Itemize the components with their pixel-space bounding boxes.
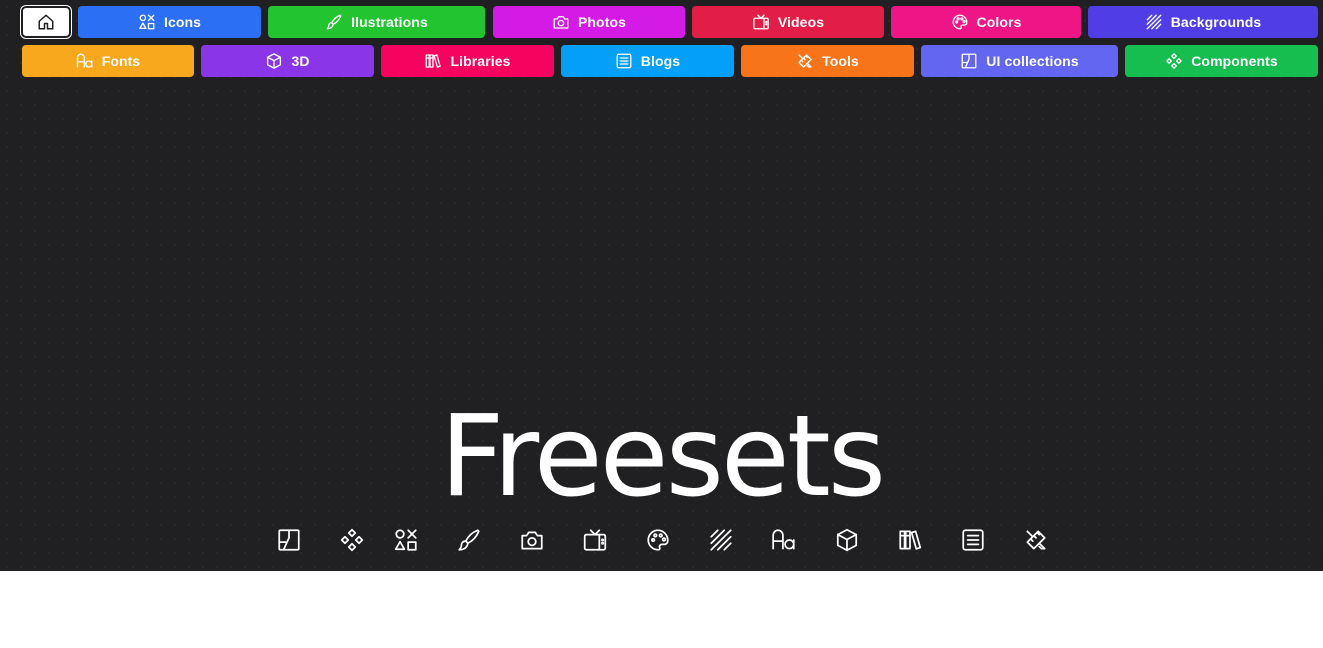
nav-fonts[interactable]: Fonts [22,45,194,77]
home-button[interactable] [20,5,72,39]
nav-colors-label: Colors [976,14,1022,30]
nav-backgrounds-label: Backgrounds [1170,14,1262,30]
tv-icon [752,13,770,31]
strip-layout-icon[interactable] [275,524,303,556]
nav-photos[interactable]: Photos [493,6,685,38]
category-icon-strip [0,524,1323,556]
strip-shapes-icon[interactable] [392,524,420,556]
strip-components-icon[interactable] [338,524,366,556]
tools-icon [1023,527,1049,553]
hero-title: Freesets [439,392,886,522]
nav-ilustrations-label: Ilustrations [351,14,428,30]
strip-palette-icon[interactable] [644,524,672,556]
layout-icon [276,527,302,553]
cube-icon [265,52,283,70]
strip-tv-icon[interactable] [581,524,609,556]
books-icon [424,52,442,70]
category-nav-row-2: Fonts 3D Libraries Blogs Tools UI collec… [0,45,1323,77]
nav-blogs[interactable]: Blogs [561,45,734,77]
strip-font-icon[interactable] [770,524,798,556]
strip-books-icon[interactable] [896,524,924,556]
nav-libraries-label: Libraries [450,53,511,69]
camera-icon [552,13,570,31]
shapes-icon [138,13,156,31]
strip-tools-icon[interactable] [1022,524,1050,556]
cube-icon [834,527,860,553]
article-icon [615,52,633,70]
nav-icons[interactable]: Icons [78,6,261,38]
nav-blogs-label: Blogs [640,53,681,69]
nav-ui-collections[interactable]: UI collections [921,45,1118,77]
strip-stripes-icon[interactable] [707,524,735,556]
nav-libraries[interactable]: Libraries [381,45,554,77]
palette-icon [951,13,969,31]
nav-ilustrations[interactable]: Ilustrations [268,6,485,38]
strip-brush-icon[interactable] [455,524,483,556]
nav-3d[interactable]: 3D [201,45,374,77]
books-icon [897,527,923,553]
article-icon [960,527,986,553]
nav-videos[interactable]: Videos [692,6,884,38]
nav-videos-label: Videos [777,14,825,30]
camera-icon [519,527,545,553]
stripes-icon [1145,13,1163,31]
strip-cube-icon[interactable] [833,524,861,556]
nav-icons-label: Icons [163,14,202,30]
palette-icon [645,527,671,553]
components-icon [339,527,365,553]
brush-icon [456,527,482,553]
nav-tools-label: Tools [822,53,859,69]
font-icon [771,527,797,553]
tv-icon [582,527,608,553]
nav-photos-label: Photos [577,14,627,30]
layout-icon [960,52,978,70]
nav-ui-collections-label: UI collections [986,53,1079,69]
components-icon [1165,52,1183,70]
nav-fonts-label: Fonts [101,53,141,69]
font-icon [76,52,94,70]
tools-icon [796,52,814,70]
nav-components-label: Components [1191,53,1278,69]
nav-components[interactable]: Components [1125,45,1318,77]
nav-colors[interactable]: Colors [891,6,1081,38]
strip-article-icon[interactable] [959,524,987,556]
shapes-icon [393,527,419,553]
nav-tools[interactable]: Tools [741,45,914,77]
nav-3d-label: 3D [291,53,310,69]
nav-backgrounds[interactable]: Backgrounds [1088,6,1318,38]
brush-icon [325,13,343,31]
home-icon [37,13,55,31]
stripes-icon [708,527,734,553]
category-nav-row-1: Icons Ilustrations Photos Videos Colors … [0,5,1323,39]
strip-camera-icon[interactable] [518,524,546,556]
